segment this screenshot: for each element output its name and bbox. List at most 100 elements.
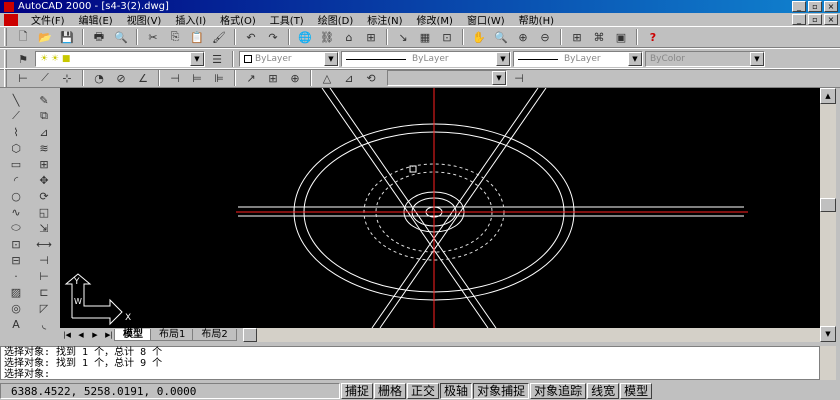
lengthen-icon[interactable]: ⟷ bbox=[31, 236, 57, 252]
design-center-icon[interactable]: ⊡ bbox=[437, 28, 457, 46]
layout-icon[interactable]: ⌘ bbox=[589, 28, 609, 46]
make-block-icon[interactable]: ⊟ bbox=[3, 252, 29, 268]
spline-icon[interactable]: ∿ bbox=[3, 204, 29, 220]
snap-from-icon[interactable]: ⌂ bbox=[339, 28, 359, 46]
menu-help[interactable]: 帮助(H) bbox=[512, 12, 561, 27]
document-icon[interactable] bbox=[4, 13, 18, 26]
zoom-window-icon[interactable]: ⊕ bbox=[513, 28, 533, 46]
tab-model[interactable]: 模型 bbox=[114, 329, 152, 341]
point-icon[interactable]: · bbox=[3, 268, 29, 284]
linetype-select[interactable]: ByLayer ▼ bbox=[341, 51, 511, 67]
polyline-icon[interactable]: ⌇ bbox=[3, 124, 29, 140]
snap-toggle[interactable]: 捕捉 bbox=[341, 383, 374, 399]
toolbar-grip[interactable] bbox=[4, 28, 7, 46]
scroll-down-icon[interactable]: ▼ bbox=[820, 326, 836, 342]
toolbar-grip[interactable] bbox=[4, 50, 7, 68]
layer-select[interactable]: ☀ ☀ ■ ▼ bbox=[35, 51, 205, 67]
prev-tab-icon[interactable]: ◀ bbox=[74, 329, 88, 341]
chevron-down-icon[interactable]: ▼ bbox=[492, 71, 506, 85]
chevron-down-icon[interactable]: ▼ bbox=[190, 52, 204, 66]
chevron-down-icon[interactable]: ▼ bbox=[496, 52, 510, 66]
radius-dim-icon[interactable]: ◔ bbox=[89, 69, 109, 87]
quick-dim-icon[interactable]: ⊣ bbox=[165, 69, 185, 87]
lineweight-toggle[interactable]: 线宽 bbox=[587, 383, 620, 399]
zoom-realtime-icon[interactable]: 🔍 bbox=[491, 28, 511, 46]
otrack-toggle[interactable]: 对象追踪 bbox=[530, 383, 587, 399]
first-tab-icon[interactable]: |◀ bbox=[60, 329, 74, 341]
trim-icon[interactable]: ⊣ bbox=[31, 252, 57, 268]
leader-icon[interactable]: ↗ bbox=[241, 69, 261, 87]
ucs-icon[interactable]: ⊞ bbox=[361, 28, 381, 46]
baseline-dim-icon[interactable]: ⊨ bbox=[187, 69, 207, 87]
line-icon[interactable]: ╲ bbox=[3, 92, 29, 108]
polygon-icon[interactable]: ⬡ bbox=[3, 140, 29, 156]
center-mark-icon[interactable]: ⊕ bbox=[285, 69, 305, 87]
offset-icon[interactable]: ≋ bbox=[31, 140, 57, 156]
doc-minimize-button[interactable]: _ bbox=[792, 14, 806, 25]
dim-text-edit-icon[interactable]: ⊿ bbox=[339, 69, 359, 87]
horizontal-scrollbar[interactable] bbox=[242, 328, 820, 342]
osnap-toggle[interactable]: 对象捕捉 bbox=[473, 383, 530, 399]
aerial-view-icon[interactable]: ⊞ bbox=[567, 28, 587, 46]
distance-icon[interactable]: ↘ bbox=[393, 28, 413, 46]
paste-icon[interactable]: 📋 bbox=[187, 28, 207, 46]
command-window[interactable]: 选择对象: 找到 1 个，总计 8 个 选择对象: 找到 1 个，总计 9 个 … bbox=[0, 346, 820, 380]
region-icon[interactable]: ◎ bbox=[3, 300, 29, 316]
menu-insert[interactable]: 插入(I) bbox=[168, 12, 213, 27]
close-button[interactable]: × bbox=[824, 1, 838, 12]
tab-layout1[interactable]: 布局1 bbox=[150, 329, 195, 341]
chevron-down-icon[interactable]: ▼ bbox=[750, 52, 764, 66]
lineweight-select[interactable]: ByLayer ▼ bbox=[513, 51, 643, 67]
circle-icon[interactable]: ○ bbox=[3, 188, 29, 204]
menu-dimension[interactable]: 标注(N) bbox=[360, 12, 409, 27]
grid-toggle[interactable]: 栅格 bbox=[374, 383, 407, 399]
drawing-canvas[interactable]: X Y W bbox=[60, 88, 820, 328]
menu-modify[interactable]: 修改(M) bbox=[410, 12, 460, 27]
mirror-icon[interactable]: ⊿ bbox=[31, 124, 57, 140]
menu-window[interactable]: 窗口(W) bbox=[460, 12, 512, 27]
copy-object-icon[interactable]: ⧉ bbox=[31, 108, 57, 124]
doc-restore-button[interactable]: ▫ bbox=[808, 14, 822, 25]
menu-tools[interactable]: 工具(T) bbox=[263, 12, 311, 27]
menu-edit[interactable]: 编辑(E) bbox=[72, 12, 120, 27]
scroll-thumb[interactable] bbox=[820, 198, 836, 212]
internet-icon[interactable]: 🌐 bbox=[295, 28, 315, 46]
scroll-left-icon[interactable] bbox=[242, 328, 257, 342]
undo-icon[interactable]: ↶ bbox=[241, 28, 261, 46]
ordinate-dim-icon[interactable]: ⊹ bbox=[57, 69, 77, 87]
chevron-down-icon[interactable]: ▼ bbox=[324, 52, 338, 66]
block-icon[interactable]: ▣ bbox=[611, 28, 631, 46]
chevron-down-icon[interactable]: ▼ bbox=[628, 52, 642, 66]
aligned-dim-icon[interactable]: ⟋ bbox=[35, 69, 55, 87]
open-file-icon[interactable]: 📂 bbox=[35, 28, 55, 46]
match-properties-icon[interactable]: 🖌 bbox=[209, 28, 229, 46]
erase-icon[interactable]: ✎ bbox=[31, 92, 57, 108]
hatch-icon[interactable]: ▨ bbox=[3, 284, 29, 300]
chamfer-icon[interactable]: ◸ bbox=[31, 300, 57, 316]
rectangle-icon[interactable]: ▭ bbox=[3, 156, 29, 172]
angular-dim-icon[interactable]: ∠ bbox=[133, 69, 153, 87]
menu-view[interactable]: 视图(V) bbox=[120, 12, 169, 27]
vertical-scrollbar[interactable]: ▲ ▼ bbox=[820, 88, 836, 342]
menu-format[interactable]: 格式(O) bbox=[213, 12, 263, 27]
print-icon[interactable]: 🖶 bbox=[89, 28, 109, 46]
mtext-icon[interactable]: A bbox=[3, 316, 29, 332]
autocad-app-icon[interactable] bbox=[4, 1, 14, 12]
dim-style-select[interactable]: ▼ bbox=[387, 70, 507, 86]
move-icon[interactable]: ✥ bbox=[31, 172, 57, 188]
continue-dim-icon[interactable]: ⊫ bbox=[209, 69, 229, 87]
dim-update-icon[interactable]: ⟲ bbox=[361, 69, 381, 87]
menu-draw[interactable]: 绘图(D) bbox=[311, 12, 361, 27]
tab-layout2[interactable]: 布局2 bbox=[192, 329, 237, 341]
restore-button[interactable]: ▫ bbox=[808, 1, 822, 12]
print-preview-icon[interactable]: 🔍 bbox=[111, 28, 131, 46]
array-icon[interactable]: ⊞ bbox=[31, 156, 57, 172]
ellipse-icon[interactable]: ⬭ bbox=[3, 220, 29, 236]
plotstyle-select[interactable]: ByColor ▼ bbox=[645, 51, 765, 67]
pan-icon[interactable]: ✋ bbox=[469, 28, 489, 46]
next-tab-icon[interactable]: ▶ bbox=[88, 329, 102, 341]
save-icon[interactable]: 💾 bbox=[57, 28, 77, 46]
tolerance-icon[interactable]: ⊞ bbox=[263, 69, 283, 87]
command-scrollbar[interactable] bbox=[820, 346, 836, 380]
extend-icon[interactable]: ⊢ bbox=[31, 268, 57, 284]
